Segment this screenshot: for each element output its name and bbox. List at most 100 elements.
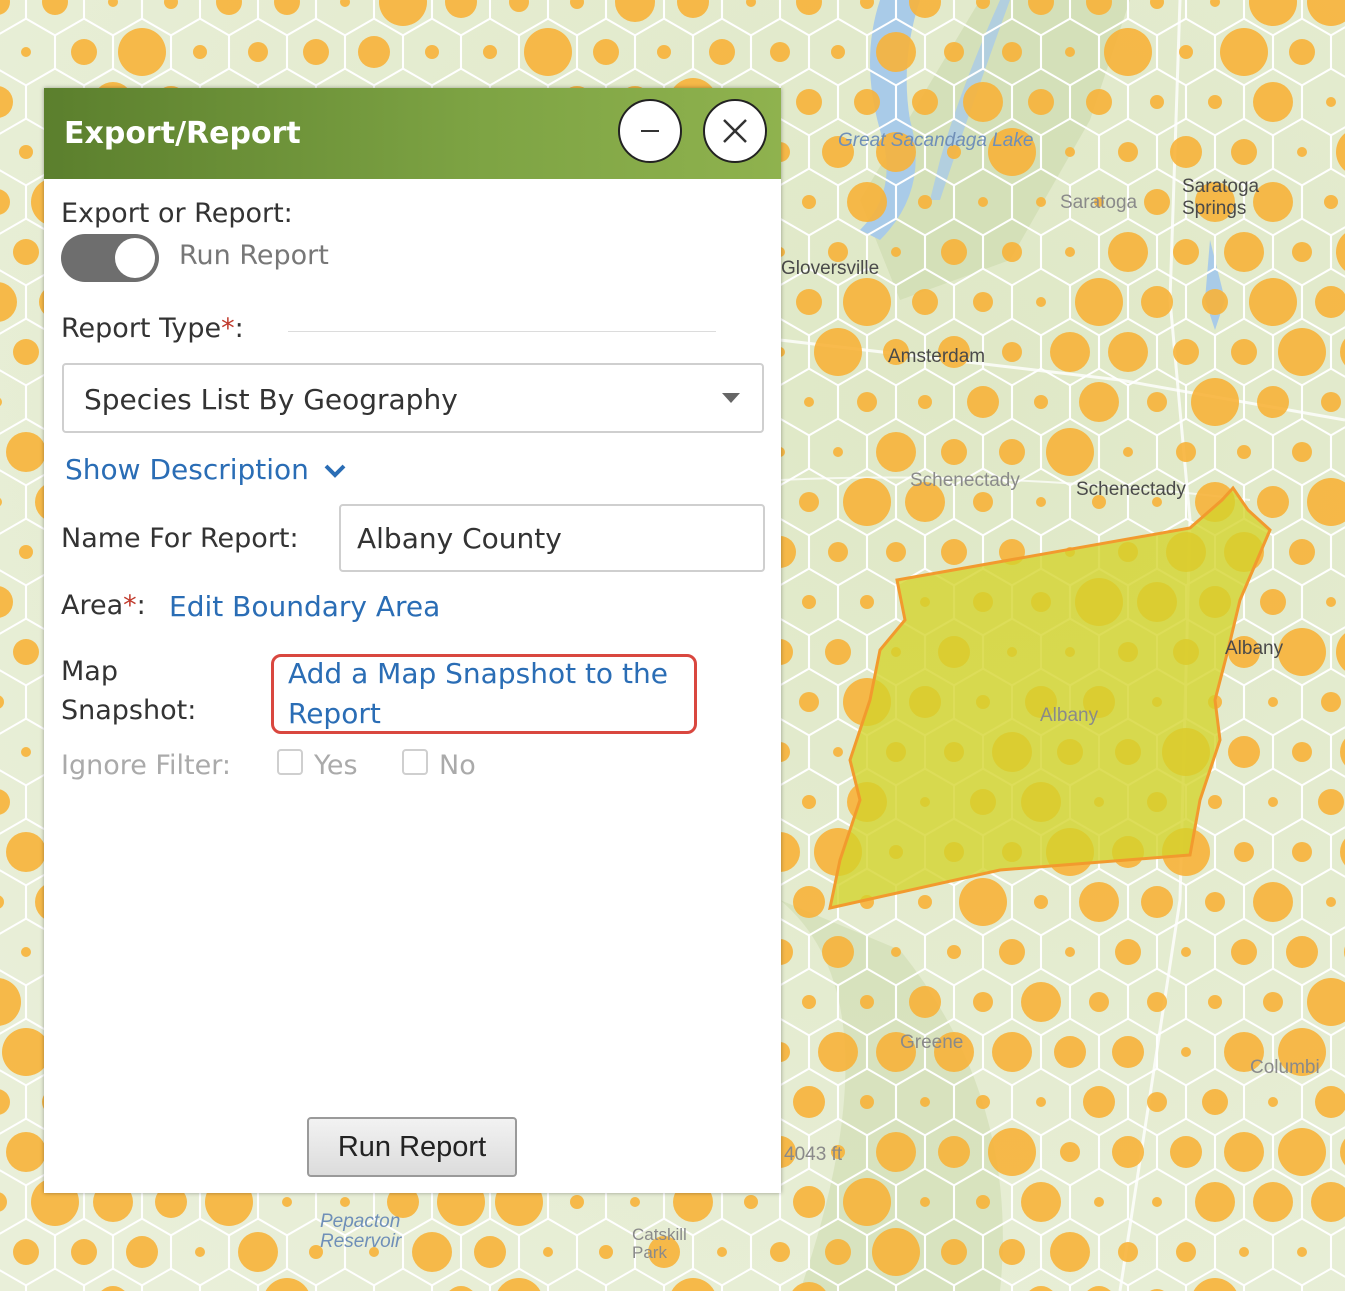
observation-dot xyxy=(1046,428,1094,476)
observation-dot xyxy=(1253,82,1293,122)
edit-boundary-area-link[interactable]: Edit Boundary Area xyxy=(169,590,440,623)
observation-dot xyxy=(1260,589,1286,615)
observation-dot xyxy=(126,1236,158,1268)
observation-dot xyxy=(1115,939,1141,965)
export-report-toggle[interactable] xyxy=(61,234,159,282)
observation-dot xyxy=(976,1195,990,1209)
observation-dot xyxy=(1297,147,1307,157)
observation-dot xyxy=(876,1132,916,1172)
add-map-snapshot-link[interactable]: Add a Map Snapshot to the Report xyxy=(288,654,698,734)
observation-dot xyxy=(912,289,938,315)
observation-dot xyxy=(593,39,619,65)
observation-dot xyxy=(1289,39,1315,65)
minimize-button[interactable] xyxy=(618,99,682,163)
run-report-button[interactable]: Run Report xyxy=(307,1117,517,1177)
observation-dot xyxy=(474,1236,506,1268)
observation-dot xyxy=(1112,1136,1144,1168)
observation-dot xyxy=(1224,1132,1264,1172)
observation-dot xyxy=(1108,232,1148,272)
observation-dot xyxy=(1123,447,1133,457)
observation-dot xyxy=(1278,328,1326,376)
observation-dot xyxy=(1228,736,1260,768)
minus-icon xyxy=(641,130,659,132)
observation-dot xyxy=(920,1097,930,1107)
map-label-amsterdam: Amsterdam xyxy=(888,346,986,367)
observation-dot xyxy=(1065,47,1075,57)
observation-dot xyxy=(793,1086,825,1118)
observation-dot xyxy=(1268,697,1278,707)
observation-dot xyxy=(944,42,964,62)
observation-dot xyxy=(988,1128,1036,1176)
observation-dot xyxy=(6,1132,46,1172)
observation-dot xyxy=(872,1228,920,1276)
observation-dot xyxy=(1176,1242,1196,1262)
observation-dot xyxy=(13,1239,39,1265)
report-name-input[interactable] xyxy=(339,504,765,572)
export-or-report-label: Export or Report: xyxy=(61,198,293,229)
observation-dot xyxy=(770,1242,790,1262)
observation-dot xyxy=(1231,339,1257,365)
close-icon xyxy=(723,119,747,143)
map-label-gloversville: Gloversville xyxy=(781,258,880,279)
observation-dot xyxy=(1021,1182,1061,1222)
observation-dot xyxy=(918,395,932,409)
map-label-columbia: Columbi xyxy=(1250,1057,1320,1078)
name-for-report-label: Name For Report: xyxy=(61,523,299,554)
map-label-albany-county: Albany xyxy=(1040,705,1099,726)
report-type-select[interactable]: Species List By Geography xyxy=(62,363,764,433)
observation-dot xyxy=(1104,28,1152,76)
observation-dot xyxy=(13,239,39,265)
observation-dot xyxy=(860,995,874,1009)
export-report-panel: Export/Report Export or Report: Run Repo… xyxy=(44,88,781,1193)
observation-dot xyxy=(1318,789,1344,815)
observation-dot xyxy=(1075,278,1123,326)
show-description-link[interactable]: Show Description xyxy=(65,453,346,486)
observation-dot xyxy=(599,1245,613,1259)
close-button[interactable] xyxy=(703,99,767,163)
observation-dot xyxy=(1079,382,1119,422)
observation-dot xyxy=(1065,947,1075,957)
observation-dot xyxy=(891,247,901,257)
observation-dot xyxy=(876,432,916,472)
observation-dot xyxy=(860,595,874,609)
observation-dot xyxy=(843,278,891,326)
observation-dot xyxy=(822,936,854,968)
observation-dot xyxy=(1141,886,1173,918)
observation-dot xyxy=(999,1239,1025,1265)
observation-dot xyxy=(1028,89,1054,115)
ignore-filter-no-checkbox[interactable] xyxy=(402,749,428,775)
map-label-greene: Greene xyxy=(900,1032,964,1053)
ignore-filter-yes-checkbox[interactable] xyxy=(277,749,303,775)
observation-dot xyxy=(1002,242,1022,262)
observation-dot xyxy=(1079,882,1119,922)
observation-dot xyxy=(831,45,845,59)
observation-dot xyxy=(1108,332,1148,372)
observation-dot xyxy=(843,478,891,526)
observation-dot xyxy=(876,32,916,72)
observation-dot xyxy=(976,1095,990,1109)
observation-dot xyxy=(886,542,906,562)
observation-dot xyxy=(1224,232,1264,272)
observation-dot xyxy=(802,595,816,609)
observation-dot xyxy=(1231,939,1257,965)
observation-dot xyxy=(1234,842,1254,862)
observation-dot xyxy=(1202,1089,1228,1115)
observation-dot xyxy=(1050,332,1090,372)
observation-dot xyxy=(1036,297,1046,307)
observation-dot xyxy=(1112,1036,1144,1068)
observation-dot xyxy=(1034,895,1048,909)
observation-dot xyxy=(71,39,97,65)
observation-dot xyxy=(744,1195,758,1209)
observation-dot xyxy=(891,947,901,957)
observation-dot xyxy=(1036,1097,1046,1107)
observation-dot xyxy=(1297,1247,1307,1257)
observation-dot xyxy=(804,397,814,407)
observation-dot xyxy=(13,339,39,365)
observation-dot xyxy=(1036,497,1046,507)
observation-dot xyxy=(814,328,862,376)
observation-dot xyxy=(828,542,848,562)
divider xyxy=(288,331,716,332)
map-label-schenectady: Schenectady xyxy=(1076,479,1186,500)
observation-dot xyxy=(358,36,390,68)
observation-dot xyxy=(1292,242,1312,262)
